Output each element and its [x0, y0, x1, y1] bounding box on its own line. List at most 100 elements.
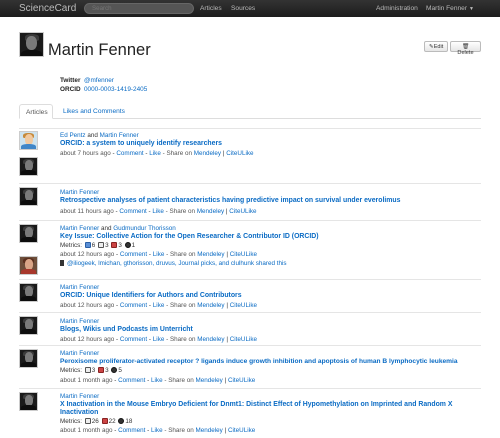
- timestamp: about 11 hours ago: [60, 208, 114, 215]
- comment-link[interactable]: Comment: [118, 377, 145, 384]
- article-title[interactable]: Peroxisome proliferator-activated recept…: [60, 358, 458, 365]
- comment-link[interactable]: Comment: [119, 208, 146, 215]
- mendeley-link[interactable]: Mendeley: [196, 377, 223, 384]
- author-avatar: [19, 349, 38, 368]
- author-avatar: [19, 283, 38, 302]
- comment-link[interactable]: Comment: [120, 302, 147, 309]
- like-link[interactable]: Like: [152, 208, 164, 215]
- metric-count: 3: [91, 367, 96, 374]
- brand-link[interactable]: ScienceCard: [19, 3, 76, 14]
- article-title[interactable]: ORCID: Unique Identifiers for Authors an…: [60, 292, 242, 299]
- mendeley-link[interactable]: Mendeley: [194, 150, 221, 157]
- profile-name: Martin Fenner: [48, 41, 151, 59]
- comment-link[interactable]: Comment: [120, 336, 147, 343]
- pipe-separator: |: [226, 302, 228, 309]
- article-actions: about 1 month ago - Comment - Like - Sha…: [60, 427, 255, 434]
- search-input[interactable]: [84, 3, 194, 14]
- citeulike-link[interactable]: CiteULike: [226, 150, 253, 157]
- share-on-label: - Share on: [163, 150, 192, 157]
- like-link[interactable]: Like: [153, 336, 165, 343]
- author-avatar: [19, 392, 38, 411]
- like-link[interactable]: Like: [151, 427, 163, 434]
- article-authors: Martin Fenner: [60, 350, 99, 357]
- article-authors: Martin Fenner and Gudmundur Thorisson: [60, 225, 176, 232]
- like-link[interactable]: Like: [151, 377, 163, 384]
- author-link[interactable]: Ed Pentz: [60, 132, 86, 139]
- author-link[interactable]: Martin Fenner: [60, 393, 99, 400]
- share-on-label: - Share on: [166, 336, 195, 343]
- share-on-text: Share on: [166, 150, 193, 157]
- profile-avatar: [19, 32, 44, 57]
- divider: [19, 279, 481, 280]
- mendeley-link[interactable]: Mendeley: [197, 208, 224, 215]
- share-on-text: Share on: [169, 251, 196, 258]
- author-link[interactable]: Martin Fenner: [60, 189, 99, 196]
- author-link[interactable]: Martin Fenner: [60, 225, 99, 232]
- metrics-label: Metrics:: [60, 418, 83, 425]
- twitter-link[interactable]: @mfenner: [84, 77, 114, 84]
- citeulike-link[interactable]: CiteULike: [228, 377, 255, 384]
- tabs: Articles Likes and Comments: [19, 104, 481, 119]
- and-text: and: [100, 225, 112, 232]
- timestamp: about 12 hours ago: [60, 251, 115, 258]
- like-link[interactable]: Like: [153, 302, 165, 309]
- metric-count: 6: [91, 242, 96, 249]
- timestamp: about 12 hours ago: [60, 336, 115, 343]
- delete-button[interactable]: 🗑Delete: [450, 41, 481, 56]
- citeulike-link[interactable]: CiteULike: [229, 208, 256, 215]
- nav-articles[interactable]: Articles: [200, 5, 222, 12]
- comment-link[interactable]: Comment: [116, 150, 143, 157]
- mendeley-link[interactable]: Mendeley: [197, 336, 224, 343]
- nav-administration[interactable]: Administration: [376, 5, 418, 12]
- mendeley-icon: [84, 367, 91, 373]
- article-title-continued[interactable]: Inactivation: [60, 409, 98, 416]
- comment-link[interactable]: Comment: [118, 427, 145, 434]
- orcid-link[interactable]: 0000-0003-1419-2405: [84, 86, 147, 93]
- article-title[interactable]: Blogs, Wikis und Podcasts im Unterricht: [60, 326, 193, 333]
- mendeley-link[interactable]: Mendeley: [197, 251, 224, 258]
- article-title[interactable]: Retrospective analyses of patient charac…: [60, 197, 400, 204]
- delete-button-label: Delete: [457, 50, 474, 56]
- citeulike-link[interactable]: CiteULike: [228, 427, 255, 434]
- article-title[interactable]: Key Issue: Collective Action for the Ope…: [60, 233, 319, 240]
- article-title[interactable]: ORCID: a system to uniquely identify res…: [60, 140, 222, 147]
- user-menu[interactable]: Martin Fenner ▼: [426, 5, 474, 12]
- author-link[interactable]: Martin Fenner: [60, 318, 99, 325]
- comment-link[interactable]: Comment: [120, 251, 147, 258]
- mendeley-icon: [84, 418, 91, 424]
- author-link[interactable]: Martin Fenner: [60, 350, 99, 357]
- and-text: and: [87, 132, 98, 139]
- article-metrics: Metrics: 6 3 3 1: [60, 242, 135, 249]
- orcid-row: ORCID 0000-0003-1419-2405: [60, 86, 147, 93]
- divider: [19, 312, 481, 313]
- share-on-label: - Share on: [166, 302, 195, 309]
- article-authors: Ed Pentz and Martin Fenner: [60, 132, 139, 139]
- author-link[interactable]: Martin Fenner: [60, 284, 99, 291]
- share-on-text: Share on: [168, 427, 194, 434]
- twitter-icon: [111, 367, 118, 373]
- nav-sources[interactable]: Sources: [231, 5, 255, 12]
- shared-by-links[interactable]: @iliogeek, lmichan, gthorisson, druvus, …: [67, 260, 287, 267]
- metric-count: 3: [105, 367, 109, 374]
- pipe-separator: |: [224, 427, 227, 434]
- metric-count: 3: [105, 242, 109, 249]
- like-link[interactable]: Like: [153, 251, 165, 258]
- citeulike-link[interactable]: CiteULike: [230, 302, 257, 309]
- article-metrics: Metrics: 26 22 18: [60, 418, 132, 425]
- article-actions: about 1 month ago - Comment - Like - Sha…: [60, 377, 255, 384]
- like-link[interactable]: Like: [149, 150, 161, 157]
- edit-button[interactable]: ✎Edit: [424, 41, 448, 52]
- author-link[interactable]: Gudmundur Thorisson: [113, 225, 176, 232]
- pipe-separator: |: [225, 208, 228, 215]
- mendeley-link[interactable]: Mendeley: [197, 302, 224, 309]
- citeulike-link[interactable]: CiteULike: [230, 251, 257, 258]
- article-authors: Martin Fenner: [60, 393, 99, 400]
- tab-likes-and-comments[interactable]: Likes and Comments: [57, 104, 131, 119]
- article-actions: about 12 hours ago - Comment - Like - Sh…: [60, 251, 257, 258]
- article-title[interactable]: X Inactivation in the Mouse Embryo Defic…: [60, 401, 452, 408]
- tab-articles[interactable]: Articles: [19, 104, 53, 119]
- pipe-separator: |: [224, 377, 227, 384]
- citeulike-link[interactable]: CiteULike: [230, 336, 257, 343]
- author-link[interactable]: Martin Fenner: [100, 132, 139, 139]
- mendeley-link[interactable]: Mendeley: [196, 427, 223, 434]
